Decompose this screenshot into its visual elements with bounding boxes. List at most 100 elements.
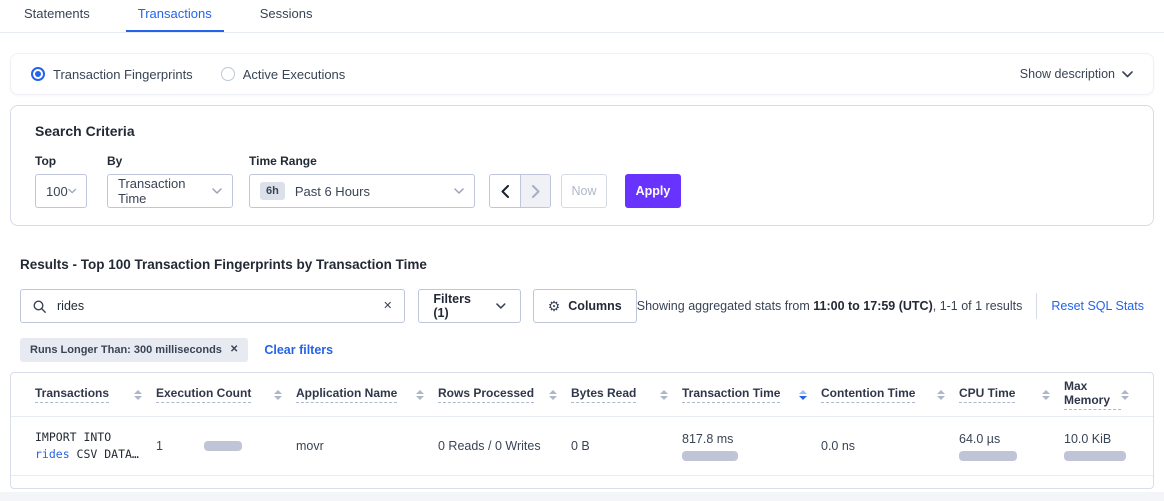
top-label: Top [35, 154, 87, 168]
sort-icon[interactable] [660, 390, 668, 400]
tab-statements[interactable]: Statements [12, 0, 102, 32]
gear-icon: ⚙ [548, 298, 561, 315]
time-range-badge: 6h [260, 182, 285, 200]
table-header-row: Transactions Execution Count Application… [11, 373, 1153, 417]
column-header-transaction-time[interactable]: Transaction Time [682, 386, 821, 403]
max-memory-bar [1064, 451, 1126, 461]
column-header-label[interactable]: Bytes Read [571, 386, 636, 403]
radio-selected-icon[interactable] [31, 67, 45, 81]
radio-unselected-icon[interactable] [221, 67, 235, 81]
reset-sql-stats-link[interactable]: Reset SQL Stats [1051, 299, 1144, 313]
radio-transaction-fingerprints[interactable]: Transaction Fingerprints [31, 67, 193, 82]
view-toggle-group: Transaction Fingerprints Active Executio… [31, 67, 345, 82]
search-icon [33, 300, 46, 313]
stats-prefix: Showing aggregated stats from [637, 299, 814, 313]
clear-search-icon[interactable]: ✕ [383, 301, 392, 312]
filter-chip-label: Runs Longer Than: 300 milliseconds [30, 344, 222, 356]
show-description-label: Show description [1020, 67, 1115, 81]
cell-transaction-fingerprint[interactable]: IMPORT INTO rides CSV DATA… [35, 429, 156, 463]
transaction-statement-line2: rides CSV DATA… [35, 446, 156, 463]
chevron-down-icon [454, 188, 464, 194]
column-header-label[interactable]: Max Memory [1064, 379, 1121, 410]
cell-transaction-time: 817.8 ms [682, 432, 821, 461]
sort-icon-active[interactable] [799, 390, 807, 400]
cpu-time-bar [959, 451, 1017, 461]
view-toggle-card: Transaction Fingerprints Active Executio… [10, 53, 1154, 95]
column-header-label[interactable]: Transaction Time [682, 386, 780, 403]
transaction-statement-rest: CSV DATA… [70, 447, 139, 461]
table-row[interactable]: IMPORT INTO rides CSV DATA… 1 movr 0 Rea… [11, 417, 1153, 476]
tab-transactions[interactable]: Transactions [126, 0, 224, 32]
column-header-label[interactable]: Application Name [296, 386, 397, 403]
tab-sessions[interactable]: Sessions [248, 0, 325, 32]
sort-icon[interactable] [274, 390, 282, 400]
sort-icon[interactable] [416, 390, 424, 400]
column-header-transactions[interactable]: Transactions [35, 386, 156, 403]
cell-cpu-time: 64.0 µs [959, 432, 1064, 461]
top-tab-bar: Statements Transactions Sessions [0, 0, 1164, 33]
time-back-button[interactable] [490, 175, 520, 207]
time-forward-button[interactable] [520, 175, 550, 207]
aggregated-stats-text: Showing aggregated stats from 11:00 to 1… [637, 299, 1023, 313]
now-button[interactable]: Now [561, 174, 607, 208]
search-criteria-controls: Top 100 By Transaction Time Time Range 6… [35, 154, 1129, 208]
filters-button[interactable]: Filters (1) [418, 289, 520, 323]
cell-rows-processed: 0 Reads / 0 Writes [438, 439, 571, 453]
column-header-contention-time[interactable]: Contention Time [821, 386, 959, 403]
radio-active-executions[interactable]: Active Executions [221, 67, 346, 82]
radio-label: Transaction Fingerprints [53, 67, 193, 82]
results-table: Transactions Execution Count Application… [10, 372, 1154, 489]
column-header-bytes-read[interactable]: Bytes Read [571, 386, 682, 403]
clear-filters-link[interactable]: Clear filters [264, 343, 333, 357]
column-header-execution-count[interactable]: Execution Count [156, 386, 296, 403]
filter-chip[interactable]: Runs Longer Than: 300 milliseconds ✕ [20, 338, 248, 362]
column-header-label[interactable]: Transactions [35, 386, 109, 403]
remove-filter-icon[interactable]: ✕ [230, 345, 238, 355]
time-range-select[interactable]: 6h Past 6 Hours [249, 174, 475, 208]
apply-button[interactable]: Apply [625, 174, 681, 208]
sort-icon[interactable] [549, 390, 557, 400]
cell-contention-time: 0.0 ns [821, 439, 959, 453]
filters-button-label: Filters (1) [433, 292, 488, 320]
results-search-box[interactable]: ✕ [20, 289, 405, 323]
sort-icon[interactable] [937, 390, 945, 400]
column-header-label[interactable]: Execution Count [156, 386, 251, 403]
column-header-application-name[interactable]: Application Name [296, 386, 438, 403]
columns-button[interactable]: ⚙ Columns [533, 289, 637, 323]
chevron-right-icon [532, 185, 540, 198]
execution-count-bar [204, 441, 242, 451]
top-field: Top 100 [35, 154, 87, 208]
sort-icon[interactable] [1121, 390, 1129, 400]
sort-icon[interactable] [1042, 390, 1050, 400]
search-input[interactable] [55, 298, 383, 314]
top-select[interactable]: 100 [35, 174, 87, 208]
search-criteria-card: Search Criteria Top 100 By Transaction T… [10, 105, 1154, 226]
show-description-toggle[interactable]: Show description [1020, 67, 1133, 81]
cell-max-memory: 10.0 KiB [1064, 432, 1153, 461]
time-range-label: Time Range [249, 154, 475, 168]
column-header-label[interactable]: Rows Processed [438, 386, 534, 403]
results-heading: Results - Top 100 Transaction Fingerprin… [20, 257, 1144, 272]
toolbar-divider [1036, 293, 1037, 319]
column-header-rows-processed[interactable]: Rows Processed [438, 386, 571, 403]
transaction-time-value: 817.8 ms [682, 432, 821, 446]
chevron-down-icon [1122, 71, 1133, 78]
transaction-table-link[interactable]: rides [35, 447, 70, 461]
by-select[interactable]: Transaction Time [107, 174, 233, 208]
time-nav-group [489, 174, 551, 208]
time-range-value: Past 6 Hours [295, 184, 454, 199]
stats-time-range: 11:00 to 17:59 (UTC) [813, 299, 932, 313]
radio-label: Active Executions [243, 67, 346, 82]
columns-button-label: Columns [568, 299, 621, 313]
column-header-cpu-time[interactable]: CPU Time [959, 386, 1064, 403]
sort-icon[interactable] [134, 390, 142, 400]
time-range-field: Time Range 6h Past 6 Hours [249, 154, 475, 208]
by-label: By [107, 154, 233, 168]
column-header-label[interactable]: CPU Time [959, 386, 1015, 403]
column-header-label[interactable]: Contention Time [821, 386, 915, 403]
max-memory-value: 10.0 KiB [1064, 432, 1129, 446]
results-toolbar: ✕ Filters (1) ⚙ Columns Showing aggregat… [20, 289, 1144, 323]
chevron-down-icon [496, 303, 506, 309]
by-select-value: Transaction Time [118, 176, 212, 206]
column-header-max-memory[interactable]: Max Memory [1064, 379, 1153, 410]
